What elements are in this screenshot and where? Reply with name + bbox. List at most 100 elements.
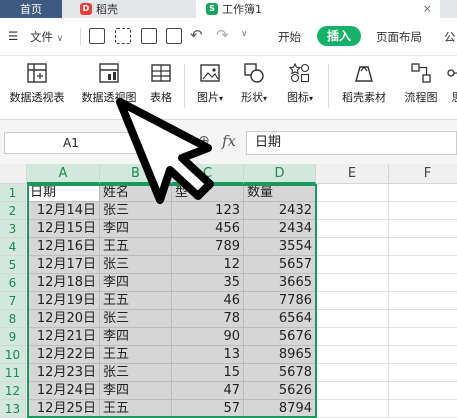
cell-d7[interactable]: 7786	[244, 292, 316, 310]
tab-workbook[interactable]: S 工作簿1 ×	[196, 0, 440, 18]
cell-c3[interactable]: 456	[172, 220, 244, 238]
redo-icon[interactable]: ↷	[216, 26, 229, 44]
cell-e6[interactable]	[316, 274, 389, 292]
tab-home[interactable]: 首页	[0, 0, 62, 18]
cell-c12[interactable]: 47	[172, 382, 244, 400]
cell-f11[interactable]	[389, 364, 457, 382]
cell-c9[interactable]: 90	[172, 328, 244, 346]
cell-b6[interactable]: 李四	[100, 274, 172, 292]
cell-c10[interactable]: 13	[172, 346, 244, 364]
cell-e7[interactable]	[316, 292, 389, 310]
cell-f3[interactable]	[389, 220, 457, 238]
cell-e12[interactable]	[316, 382, 389, 400]
cell-b11[interactable]: 张三	[100, 364, 172, 382]
cell-f12[interactable]	[389, 382, 457, 400]
row-header-9[interactable]: 9	[0, 328, 26, 346]
row-header-1[interactable]: 1	[0, 184, 26, 202]
cell-a5[interactable]: 12月17日	[27, 256, 100, 274]
cell-a9[interactable]: 12月21日	[27, 328, 100, 346]
cell-b5[interactable]: 张三	[100, 256, 172, 274]
row-header-4[interactable]: 4	[0, 238, 26, 256]
cell-b10[interactable]: 王五	[100, 346, 172, 364]
cell-c4[interactable]: 789	[172, 238, 244, 256]
cell-b13[interactable]: 王五	[100, 400, 172, 418]
row-header-7[interactable]: 7	[0, 292, 26, 310]
cell-f9[interactable]	[389, 328, 457, 346]
cell-e8[interactable]	[316, 310, 389, 328]
hamburger-icon[interactable]: ☰	[8, 29, 18, 43]
cell-c8[interactable]: 78	[172, 310, 244, 328]
cell-d13[interactable]: 8794	[244, 400, 316, 418]
cell-d1[interactable]: 数量	[244, 184, 316, 202]
column-header-d[interactable]: D	[244, 164, 316, 184]
cell-f4[interactable]	[389, 238, 457, 256]
row-header-2[interactable]: 2	[0, 202, 26, 220]
cell-d11[interactable]: 5678	[244, 364, 316, 382]
undo-icon[interactable]: ↶	[190, 26, 203, 44]
cell-e3[interactable]	[316, 220, 389, 238]
formula-input[interactable]: 日期	[246, 131, 457, 155]
cell-d2[interactable]: 2432	[244, 202, 316, 220]
flowchart-button[interactable]: 流程图	[398, 62, 444, 105]
cell-a8[interactable]: 12月20日	[27, 310, 100, 328]
cell-a3[interactable]: 12月15日	[27, 220, 100, 238]
tab-docer[interactable]: D 稻壳	[64, 0, 194, 18]
cell-e10[interactable]	[316, 346, 389, 364]
close-tab-icon[interactable]: ×	[423, 2, 432, 15]
menu-home[interactable]: 开始	[278, 29, 301, 45]
print-preview-icon[interactable]	[166, 28, 182, 44]
cell-f5[interactable]	[389, 256, 457, 274]
cell-a13[interactable]: 12月25日	[27, 400, 100, 418]
cell-a4[interactable]: 12月16日	[27, 238, 100, 256]
chevron-down-icon[interactable]: ∨	[241, 29, 248, 39]
cell-a2[interactable]: 12月14日	[27, 202, 100, 220]
row-header-11[interactable]: 11	[0, 364, 26, 382]
cell-a1[interactable]: 日期	[27, 184, 100, 202]
select-all-corner[interactable]	[0, 164, 27, 184]
cell-d8[interactable]: 6564	[244, 310, 316, 328]
file-menu[interactable]: 文件 ∨	[30, 29, 63, 45]
cell-e9[interactable]	[316, 328, 389, 346]
cell-f2[interactable]	[389, 202, 457, 220]
cell-f7[interactable]	[389, 292, 457, 310]
cell-c6[interactable]: 35	[172, 274, 244, 292]
spreadsheet-grid[interactable]: A B C D E F 1 日期 姓名 型号 数量 2 12月14日 张三 123 2432 3 12月15日 李四…	[0, 164, 457, 418]
icons-button[interactable]: 图标▾	[280, 62, 320, 105]
docer-material-button[interactable]: 稻壳素材	[336, 62, 392, 105]
cell-d9[interactable]: 5676	[244, 328, 316, 346]
cell-e2[interactable]	[316, 202, 389, 220]
row-header-6[interactable]: 6	[0, 274, 26, 292]
cell-d12[interactable]: 5626	[244, 382, 316, 400]
cell-b8[interactable]: 张三	[100, 310, 172, 328]
mindmap-button[interactable]: 思	[447, 62, 457, 105]
cell-d5[interactable]: 5657	[244, 256, 316, 274]
cell-e13[interactable]	[316, 400, 389, 418]
menu-formulas[interactable]: 公	[444, 29, 456, 45]
cell-b9[interactable]: 李四	[100, 328, 172, 346]
cell-d4[interactable]: 3554	[244, 238, 316, 256]
cell-b12[interactable]: 李四	[100, 382, 172, 400]
cell-e5[interactable]	[316, 256, 389, 274]
cell-e1[interactable]	[316, 184, 389, 202]
cell-c11[interactable]: 15	[172, 364, 244, 382]
cell-e11[interactable]	[316, 364, 389, 382]
cell-e4[interactable]	[316, 238, 389, 256]
cell-b3[interactable]: 李四	[100, 220, 172, 238]
cell-f1[interactable]	[389, 184, 457, 202]
cell-f10[interactable]	[389, 346, 457, 364]
shape-button[interactable]: 形状▾	[234, 62, 274, 105]
cell-a7[interactable]: 12月19日	[27, 292, 100, 310]
cell-b4[interactable]: 王五	[100, 238, 172, 256]
column-header-e[interactable]: E	[316, 164, 389, 184]
fx-icon[interactable]: fx	[222, 132, 236, 150]
column-header-a[interactable]: A	[27, 164, 100, 184]
row-header-10[interactable]: 10	[0, 346, 26, 364]
cell-d6[interactable]: 3665	[244, 274, 316, 292]
save-icon[interactable]	[89, 28, 105, 44]
cell-c7[interactable]: 46	[172, 292, 244, 310]
row-header-12[interactable]: 12	[0, 382, 26, 400]
row-header-5[interactable]: 5	[0, 256, 26, 274]
cell-a11[interactable]: 12月23日	[27, 364, 100, 382]
cell-d3[interactable]: 2434	[244, 220, 316, 238]
cell-f8[interactable]	[389, 310, 457, 328]
